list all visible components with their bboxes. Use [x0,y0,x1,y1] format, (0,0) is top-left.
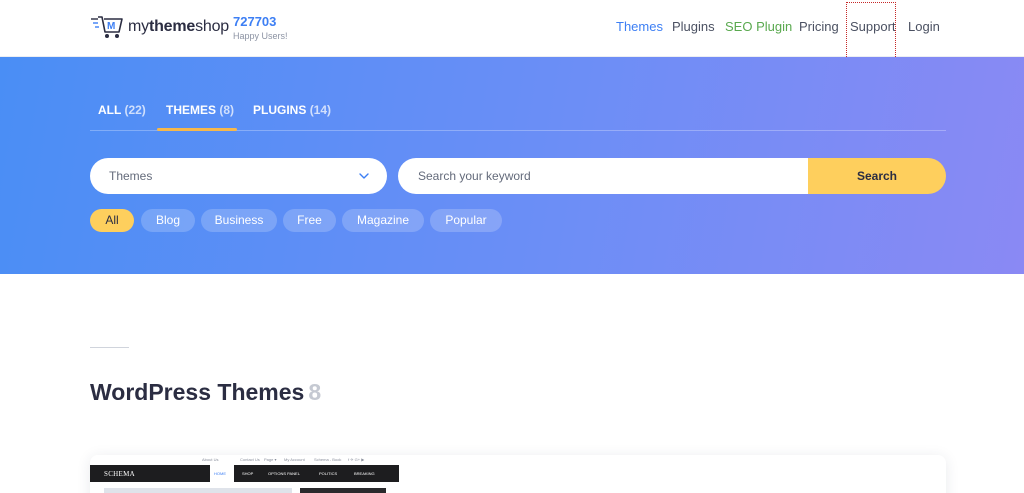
svg-text:M: M [107,21,115,32]
preview-menu-item: HOME [214,471,226,476]
chip-free[interactable]: Free [283,209,336,232]
preview-link: Schema - Book [314,457,342,462]
select-value: Themes [109,169,153,183]
chevron-down-icon [359,173,369,179]
cart-logo-icon: M [91,16,123,38]
preview-link: Page ▾ [264,457,277,462]
tab-plugins[interactable]: PLUGINS (14) [253,103,331,117]
section-divider [90,347,129,348]
nav-seo-plugin[interactable]: SEO Plugin [725,19,792,34]
category-tabs: ALL (22) THEMES (8) PLUGINS (14) [90,100,946,131]
preview-navbar: SCHEMA HOME SHOP OPTIONS PANEL POLITICS … [90,465,399,482]
search-input[interactable] [398,158,810,194]
theme-thumbnail[interactable]: About Us Contact Us Page ▾ My Account Sc… [90,455,399,493]
happy-users: 727703 Happy Users! [233,14,288,41]
preview-brand: SCHEMA [104,470,135,478]
preview-topbar: About Us Contact Us Page ▾ My Account Sc… [90,455,399,465]
tab-themes[interactable]: THEMES (8) [166,103,234,117]
type-select[interactable]: Themes [90,158,387,194]
active-tab-indicator [157,128,237,131]
chip-magazine[interactable]: Magazine [342,209,424,232]
preview-hero-image [104,488,292,493]
preview-menu-item: POLITICS [319,471,338,476]
preview-link: Contact Us [240,457,260,462]
page-title: WordPress Themes 8 [90,379,322,405]
logo-text: mythemeshop [128,18,229,35]
theme-card[interactable]: About Us Contact Us Page ▾ My Account Sc… [90,455,946,493]
preview-link: My Account [284,457,305,462]
nav-pricing[interactable]: Pricing [799,19,839,34]
theme-count: 8 [308,379,322,405]
filter-hero: ALL (22) THEMES (8) PLUGINS (14) Themes … [0,57,1024,274]
preview-side-image [300,488,386,493]
preview-menu-item: SHOP [242,471,254,476]
users-label: Happy Users! [233,31,288,41]
nav-support[interactable]: Support [850,19,896,34]
nav-themes[interactable]: Themes [616,19,663,34]
site-header: M mythemeshop 727703 Happy Users! Themes… [0,0,1024,59]
users-count: 727703 [233,14,277,29]
nav-login[interactable]: Login [908,19,940,34]
social-icons: f ✈ G+ ▶ [348,457,365,462]
logo[interactable]: M mythemeshop [90,13,229,41]
chip-all[interactable]: All [90,209,134,232]
preview-link: About Us [202,457,219,462]
tab-all[interactable]: ALL (22) [98,103,146,117]
preview-menu-item: BREAKING [354,471,375,476]
nav-plugins[interactable]: Plugins [672,19,715,34]
chip-blog[interactable]: Blog [141,209,195,232]
chip-business[interactable]: Business [201,209,277,232]
preview-menu-item: OPTIONS PANEL [268,471,300,476]
chip-popular[interactable]: Popular [430,209,502,232]
search-button[interactable]: Search [808,158,946,194]
